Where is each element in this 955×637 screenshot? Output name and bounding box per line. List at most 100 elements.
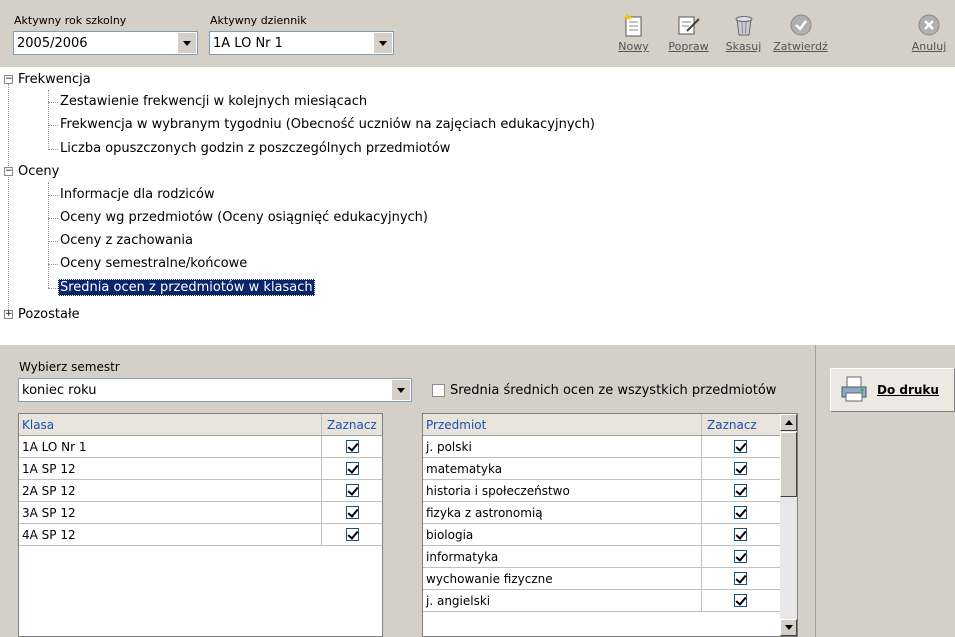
semester-select[interactable]: koniec roku bbox=[18, 378, 412, 402]
table-row[interactable]: biologia bbox=[423, 524, 780, 546]
class-checkbox[interactable] bbox=[345, 440, 359, 453]
class-name-cell: 4A SP 12 bbox=[19, 524, 322, 545]
select-cell[interactable] bbox=[702, 480, 778, 501]
select-cell[interactable] bbox=[322, 502, 382, 523]
cancel-button[interactable]: Anuluj bbox=[905, 10, 953, 53]
tree-connector bbox=[48, 218, 58, 219]
tree-connector bbox=[48, 195, 58, 196]
tree-item[interactable]: Liczba opuszczonych godzin z poszczególn… bbox=[60, 138, 450, 159]
table-row[interactable]: informatyka bbox=[423, 546, 780, 568]
table-row[interactable]: historia i społeczeństwo bbox=[423, 480, 780, 502]
scroll-up-icon[interactable] bbox=[780, 414, 797, 431]
expand-icon[interactable]: + bbox=[4, 310, 13, 319]
select-cell[interactable] bbox=[702, 546, 778, 567]
tree-item[interactable]: Oceny semestralne/końcowe bbox=[60, 253, 247, 274]
select-cell[interactable] bbox=[322, 480, 382, 501]
journal-select-value: 1A LO Nr 1 bbox=[213, 36, 283, 51]
tree-group-pozostale[interactable]: Pozostałe bbox=[18, 304, 80, 325]
tree-item[interactable]: Oceny z zachowania bbox=[60, 230, 193, 251]
table-row[interactable]: 4A SP 12 bbox=[19, 524, 382, 546]
table-row[interactable]: 2A SP 12 bbox=[19, 480, 382, 502]
subject-checkbox[interactable] bbox=[733, 462, 747, 475]
table-row[interactable]: j. angielski bbox=[423, 590, 780, 612]
scroll-down-icon[interactable] bbox=[780, 619, 797, 636]
subject-name-cell: matematyka bbox=[423, 458, 702, 479]
scrollbar-thumb[interactable] bbox=[780, 432, 797, 497]
table-row[interactable]: 1A LO Nr 1 bbox=[19, 436, 382, 458]
collapse-icon[interactable]: − bbox=[4, 167, 13, 176]
select-cell[interactable] bbox=[702, 590, 778, 611]
subject-name-cell: wychowanie fizyczne bbox=[423, 568, 702, 589]
column-header-przedmiot[interactable]: Przedmiot bbox=[423, 414, 702, 435]
select-cell[interactable] bbox=[322, 458, 382, 479]
tree-connector bbox=[48, 102, 58, 103]
average-checkbox-label: Średnia średnich ocen ze wszystkich prze… bbox=[450, 383, 777, 398]
chevron-down-icon[interactable] bbox=[178, 33, 196, 53]
delete-button[interactable]: Skasuj bbox=[716, 10, 771, 53]
subject-checkbox[interactable] bbox=[733, 440, 747, 453]
tree-item-selected[interactable]: Średnia ocen z przedmiotów w klasach bbox=[58, 277, 315, 298]
chevron-down-icon[interactable] bbox=[392, 380, 410, 400]
confirm-check-icon bbox=[773, 10, 828, 40]
class-checkbox[interactable] bbox=[345, 462, 359, 475]
tree-item[interactable]: Informacje dla rodziców bbox=[60, 184, 215, 205]
tree-group-frekwencja[interactable]: Frekwencja bbox=[18, 69, 91, 90]
subject-checkbox[interactable] bbox=[733, 506, 747, 519]
table-row[interactable]: 1A SP 12 bbox=[19, 458, 382, 480]
edit-document-icon bbox=[661, 10, 716, 40]
subjects-scrollbar[interactable] bbox=[780, 414, 797, 636]
subject-name-cell: j. polski bbox=[423, 436, 702, 457]
subject-checkbox[interactable] bbox=[733, 594, 747, 607]
column-header-klasa[interactable]: Klasa bbox=[19, 414, 322, 435]
subject-name-cell: informatyka bbox=[423, 546, 702, 567]
select-cell[interactable] bbox=[322, 524, 382, 545]
tree-item[interactable]: Frekwencja w wybranym tygodniu (Obecność… bbox=[60, 114, 595, 135]
column-header-zaznacz[interactable]: Zaznacz bbox=[702, 414, 778, 435]
subjects-grid[interactable]: Przedmiot Zaznacz j. polski matematyka h… bbox=[422, 413, 798, 637]
tree-connector bbox=[48, 241, 58, 242]
class-checkbox[interactable] bbox=[345, 506, 359, 519]
subjects-grid-header: Przedmiot Zaznacz bbox=[423, 414, 797, 436]
confirm-button-label: Zatwierdź bbox=[773, 40, 828, 53]
average-checkbox[interactable] bbox=[432, 384, 445, 397]
column-header-zaznacz[interactable]: Zaznacz bbox=[322, 414, 377, 435]
subject-name-cell: biologia bbox=[423, 524, 702, 545]
tree-connector bbox=[48, 182, 49, 288]
select-cell[interactable] bbox=[702, 502, 778, 523]
table-row[interactable]: fizyka z astronomią bbox=[423, 502, 780, 524]
classes-grid[interactable]: Klasa Zaznacz 1A LO Nr 1 1A SP 12 2A SP … bbox=[18, 413, 383, 637]
average-checkbox-row[interactable]: Średnia średnich ocen ze wszystkich prze… bbox=[432, 383, 820, 398]
table-row[interactable]: j. polski bbox=[423, 436, 780, 458]
class-checkbox[interactable] bbox=[345, 484, 359, 497]
subject-checkbox[interactable] bbox=[733, 484, 747, 497]
tree-item[interactable]: Oceny wg przedmiotów (Oceny osiągnięć ed… bbox=[60, 207, 428, 228]
subject-checkbox[interactable] bbox=[733, 572, 747, 585]
new-button-label: Nowy bbox=[618, 40, 649, 53]
edit-button[interactable]: Popraw bbox=[661, 10, 716, 53]
select-cell[interactable] bbox=[702, 436, 778, 457]
new-button[interactable]: Nowy bbox=[606, 10, 661, 53]
journal-label: Aktywny dziennik bbox=[210, 14, 307, 27]
table-row[interactable]: 3A SP 12 bbox=[19, 502, 382, 524]
subject-checkbox[interactable] bbox=[733, 550, 747, 563]
chevron-down-icon[interactable] bbox=[374, 33, 392, 53]
print-button[interactable]: Do druku bbox=[830, 368, 955, 412]
tree-item[interactable]: Zestawienie frekwencji w kolejnych miesi… bbox=[60, 91, 367, 112]
trash-icon bbox=[716, 10, 771, 40]
cancel-button-label: Anuluj bbox=[911, 40, 947, 53]
class-checkbox[interactable] bbox=[345, 528, 359, 541]
select-cell[interactable] bbox=[322, 436, 382, 457]
select-cell[interactable] bbox=[702, 568, 778, 589]
table-row[interactable]: matematyka bbox=[423, 458, 780, 480]
collapse-icon[interactable]: − bbox=[4, 75, 13, 84]
confirm-button[interactable]: Zatwierdź bbox=[773, 10, 828, 53]
journal-select[interactable]: 1A LO Nr 1 bbox=[209, 31, 394, 55]
select-cell[interactable] bbox=[702, 458, 778, 479]
subject-checkbox[interactable] bbox=[733, 528, 747, 541]
year-select[interactable]: 2005/2006 bbox=[13, 31, 198, 55]
select-cell[interactable] bbox=[702, 524, 778, 545]
subject-name-cell: fizyka z astronomią bbox=[423, 502, 702, 523]
tree-group-oceny[interactable]: Oceny bbox=[18, 161, 59, 182]
table-row[interactable]: wychowanie fizyczne bbox=[423, 568, 780, 590]
report-tree[interactable]: − Frekwencja Zestawienie frekwencji w ko… bbox=[0, 67, 955, 345]
